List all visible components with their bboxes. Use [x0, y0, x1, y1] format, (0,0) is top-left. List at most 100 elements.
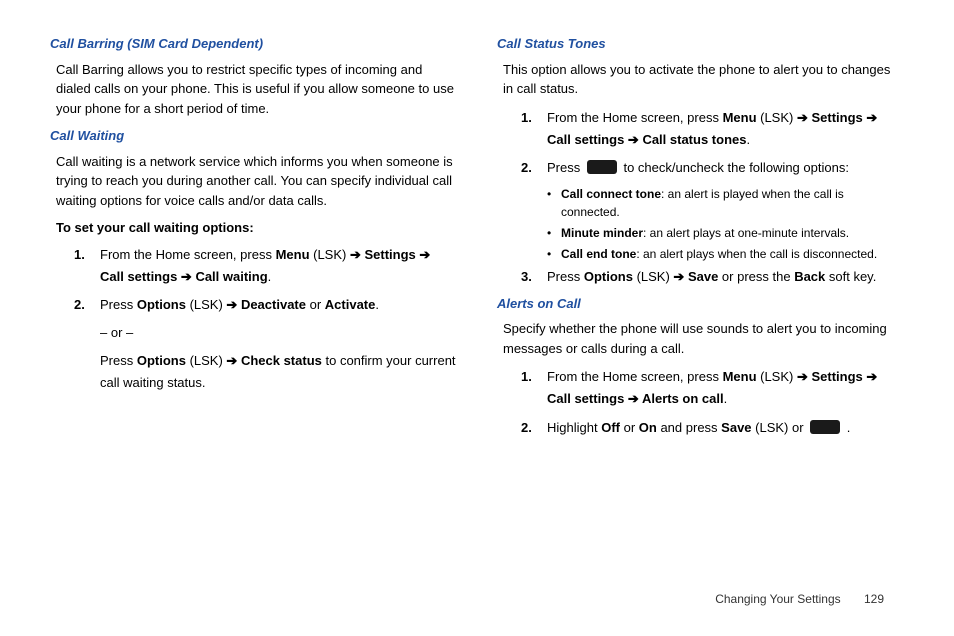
- text: From the Home screen, press: [547, 110, 723, 125]
- arrow-icon: ➔: [350, 247, 361, 262]
- text: to check/uncheck the following options:: [620, 160, 849, 175]
- text: .: [724, 391, 728, 406]
- text: Highlight: [547, 420, 601, 435]
- ok-key-icon: [587, 160, 617, 174]
- step-1: 1. From the Home screen, press Menu (LSK…: [74, 244, 457, 288]
- paragraph: Call waiting is a network service which …: [56, 152, 457, 211]
- step-text: Press Options (LSK) ➔ Deactivate or Acti…: [100, 294, 457, 316]
- step-1: 1. From the Home screen, press Menu (LSK…: [521, 107, 904, 151]
- bold-text: Options: [584, 269, 633, 284]
- two-column-layout: Call Barring (SIM Card Dependent) Call B…: [50, 30, 904, 445]
- text: or: [306, 297, 325, 312]
- arrow-icon: ➔: [628, 391, 639, 406]
- text: and press: [657, 420, 721, 435]
- text: (LSK): [633, 269, 673, 284]
- bold-text: Save: [684, 269, 718, 284]
- step-continuation: Press Options (LSK) ➔ Check status to co…: [100, 350, 457, 394]
- arrow-icon: ➔: [226, 297, 237, 312]
- step-text: Press Options (LSK) ➔ Save or press the …: [547, 266, 904, 288]
- step-number: 2.: [74, 294, 100, 316]
- bullet-marker: •: [547, 245, 561, 263]
- bold-text: Alerts on call: [639, 391, 724, 406]
- footer-section-title: Changing Your Settings: [715, 592, 840, 606]
- step-3: 3. Press Options (LSK) ➔ Save or press t…: [521, 266, 904, 288]
- step-2: 2. Press Options (LSK) ➔ Deactivate or A…: [74, 294, 457, 316]
- step-text: From the Home screen, press Menu (LSK) ➔…: [100, 244, 457, 288]
- bold-text: Settings: [361, 247, 420, 262]
- heading-alerts-on-call: Alerts on Call: [497, 294, 904, 314]
- step-number: 1.: [521, 107, 547, 151]
- arrow-icon: ➔: [628, 132, 639, 147]
- arrow-icon: ➔: [866, 369, 877, 384]
- bold-text: On: [639, 420, 657, 435]
- bullet-marker: •: [547, 185, 561, 221]
- bold-text: Minute minder: [561, 226, 643, 240]
- page-number: 129: [864, 592, 884, 606]
- text: (LSK): [757, 110, 797, 125]
- step-number: 2.: [521, 157, 547, 179]
- arrow-icon: ➔: [226, 353, 237, 368]
- step-2: 2. Highlight Off or On and press Save (L…: [521, 417, 904, 439]
- step-1: 1. From the Home screen, press Menu (LSK…: [521, 366, 904, 410]
- text: From the Home screen, press: [547, 369, 723, 384]
- arrow-icon: ➔: [797, 369, 808, 384]
- step-text: Press to check/uncheck the following opt…: [547, 157, 904, 179]
- paragraph: Call Barring allows you to restrict spec…: [56, 60, 457, 119]
- bold-text: Call settings: [547, 132, 628, 147]
- heading-call-barring: Call Barring (SIM Card Dependent): [50, 34, 457, 54]
- text: or press the: [718, 269, 794, 284]
- step-text: From the Home screen, press Menu (LSK) ➔…: [547, 366, 904, 410]
- text: (LSK): [186, 353, 226, 368]
- heading-call-waiting: Call Waiting: [50, 126, 457, 146]
- arrow-icon: ➔: [866, 110, 877, 125]
- arrow-icon: ➔: [181, 269, 192, 284]
- text: (LSK): [757, 369, 797, 384]
- step-continuation: – or –: [100, 322, 457, 344]
- text: soft key.: [825, 269, 876, 284]
- text: .: [746, 132, 750, 147]
- arrow-icon: ➔: [797, 110, 808, 125]
- text: Press: [100, 353, 137, 368]
- text: .: [375, 297, 379, 312]
- bold-text: Call connect tone: [561, 187, 661, 201]
- text: Press: [547, 160, 584, 175]
- arrow-icon: ➔: [673, 269, 684, 284]
- bold-text: Back: [794, 269, 825, 284]
- arrow-icon: ➔: [419, 247, 430, 262]
- step-text: From the Home screen, press Menu (LSK) ➔…: [547, 107, 904, 151]
- step-number: 3.: [521, 266, 547, 288]
- text: .: [268, 269, 272, 284]
- paragraph: Specify whether the phone will use sound…: [503, 319, 904, 358]
- bullet-text: Call end tone: an alert plays when the c…: [561, 245, 877, 263]
- bold-text: Off: [601, 420, 620, 435]
- bold-text: Call end tone: [561, 247, 636, 261]
- bold-text: Menu: [276, 247, 310, 262]
- step-2: 2. Press to check/uncheck the following …: [521, 157, 904, 179]
- bold-text: Save: [721, 420, 751, 435]
- text: Press: [100, 297, 137, 312]
- bold-text: Settings: [808, 110, 867, 125]
- bold-text: Call status tones: [639, 132, 747, 147]
- bullet-item: • Call end tone: an alert plays when the…: [547, 245, 904, 263]
- step-text: Highlight Off or On and press Save (LSK)…: [547, 417, 904, 439]
- step-number: 1.: [521, 366, 547, 410]
- text: .: [843, 420, 850, 435]
- bullet-marker: •: [547, 224, 561, 242]
- text: : an alert plays at one-minute intervals…: [643, 226, 849, 240]
- bold-text: Options: [137, 297, 186, 312]
- bold-text: Menu: [723, 110, 757, 125]
- bullet-text: Minute minder: an alert plays at one-min…: [561, 224, 849, 242]
- heading-call-status-tones: Call Status Tones: [497, 34, 904, 54]
- page-footer: Changing Your Settings 129: [715, 590, 884, 608]
- bold-text: Options: [137, 353, 186, 368]
- bold-text: Settings: [808, 369, 867, 384]
- bullet-item: • Call connect tone: an alert is played …: [547, 185, 904, 221]
- text: or: [620, 420, 639, 435]
- paragraph: This option allows you to activate the p…: [503, 60, 904, 99]
- ok-key-icon: [810, 420, 840, 434]
- bold-text: Activate: [325, 297, 376, 312]
- bold-text: Deactivate: [237, 297, 306, 312]
- bullet-item: • Minute minder: an alert plays at one-m…: [547, 224, 904, 242]
- text: (LSK) or: [752, 420, 808, 435]
- right-column: Call Status Tones This option allows you…: [497, 30, 904, 445]
